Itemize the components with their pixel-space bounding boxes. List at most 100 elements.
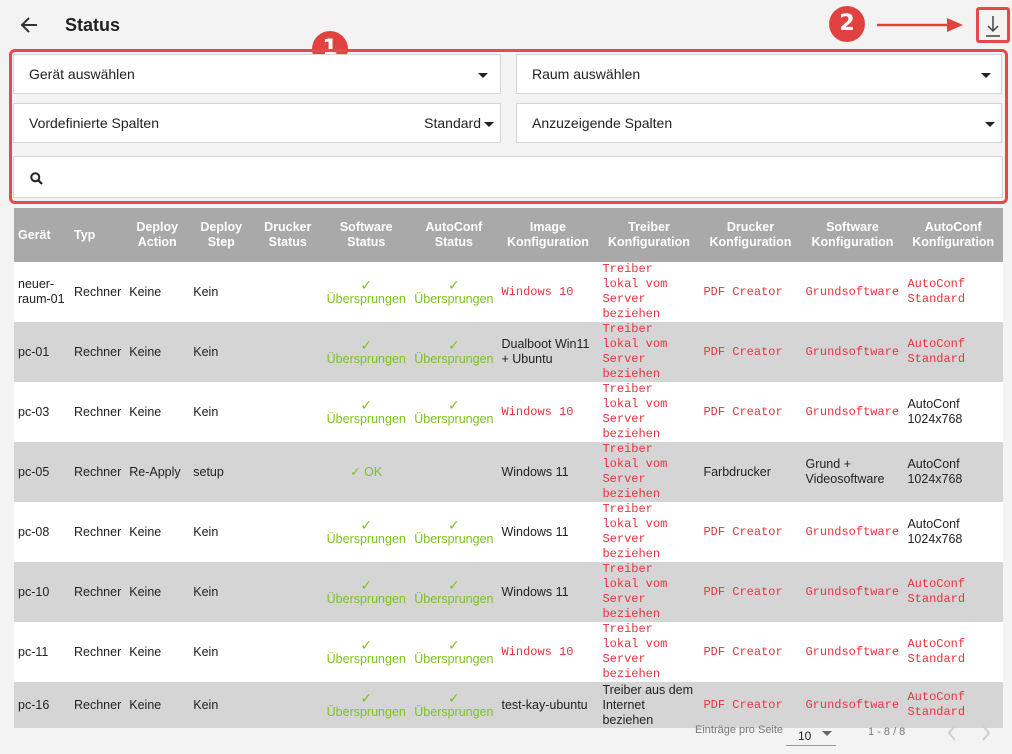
table-cell-printer[interactable]: PDF Creator (699, 562, 802, 622)
table-cell-autoconf[interactable]: AutoConf Standard (903, 322, 1003, 382)
table-cell-ac-status: ✓ Übersprungen (410, 562, 498, 622)
table-cell-software[interactable]: Grundsoftware (801, 382, 904, 442)
table-cell-sw-status: ✓ Übersprungen (322, 682, 411, 728)
table-cell-software[interactable]: Grundsoftware (801, 562, 904, 622)
table-cell-autoconf[interactable]: AutoConf Standard (903, 562, 1003, 622)
chevron-right-icon[interactable] (980, 724, 992, 747)
table-cell-printer[interactable]: PDF Creator (699, 682, 802, 728)
caret-down-icon (822, 731, 832, 736)
table-cell-driver[interactable]: Treiber lokal vom Server beziehen (598, 442, 700, 502)
column-header[interactable]: Deploy Action (125, 208, 190, 262)
annotation-arrow (877, 18, 963, 32)
table-row[interactable]: pc-05 Rechner Re-Apply setup ✓ OK Windows 11 T… (14, 442, 1003, 502)
table-cell-printer[interactable]: PDF Creator (699, 262, 802, 322)
status-text: ✓ (447, 396, 460, 413)
table-cell-device: neuer-raum-01 (14, 262, 70, 322)
status-text: ✓ (360, 276, 373, 293)
column-header[interactable]: AutoConf Konfiguration (903, 208, 1003, 262)
column-header[interactable]: Drucker Status (253, 208, 323, 262)
table-cell-sw-status: ✓ Übersprungen (322, 622, 411, 682)
table-cell-driver[interactable]: Treiber lokal vom Server beziehen (598, 322, 700, 382)
table-cell-type: Rechner (70, 622, 126, 682)
table-row[interactable]: pc-01 Rechner Keine Kein ✓ Übersprungen ✓ Übers… (14, 322, 1003, 382)
table-cell-driver[interactable]: Treiber lokal vom Server beziehen (598, 262, 700, 322)
caret-down-icon (478, 73, 488, 78)
download-button[interactable] (976, 7, 1010, 43)
status-label: Übersprungen (414, 591, 494, 606)
table-cell-step: Kein (189, 562, 254, 622)
table-cell-image[interactable]: Windows 10 (497, 262, 599, 322)
table-cell-device: pc-16 (14, 682, 70, 728)
caret-down-icon (985, 122, 995, 127)
table-cell-software[interactable]: Grundsoftware (801, 322, 904, 382)
column-header[interactable]: Gerät (14, 208, 70, 262)
table-cell-autoconf[interactable]: AutoConf Standard (903, 262, 1003, 322)
table-cell-action: Re-Apply (125, 442, 190, 502)
table-cell-autoconf: AutoConf 1024x768 (903, 382, 1003, 442)
predefined-columns-select[interactable]: Vordefinierte Spalten Standard (13, 103, 501, 143)
table-cell-driver[interactable]: Treiber lokal vom Server beziehen (598, 502, 700, 562)
table-cell-step: Kein (189, 382, 254, 442)
table-cell-printer[interactable]: PDF Creator (699, 382, 802, 442)
table-cell-printer-status (253, 562, 323, 622)
table-cell-software[interactable]: Grundsoftware (801, 622, 904, 682)
table-cell-device: pc-08 (14, 502, 70, 562)
table-cell-printer-status (253, 442, 323, 502)
page-range: 1 - 8 / 8 (868, 726, 906, 738)
table-cell-printer-status (253, 622, 323, 682)
chevron-left-icon[interactable] (946, 724, 958, 747)
table-cell-driver[interactable]: Treiber lokal vom Server beziehen (598, 382, 700, 442)
table-cell-software[interactable]: Grundsoftware (801, 682, 904, 728)
caret-down-icon (981, 73, 991, 78)
column-header[interactable]: Treiber Konfiguration (598, 208, 700, 262)
table-cell-software[interactable]: Grundsoftware (801, 502, 904, 562)
room-select[interactable]: Raum auswählen (516, 54, 1002, 94)
table-cell-driver[interactable]: Treiber lokal vom Server beziehen (598, 562, 700, 622)
column-header[interactable]: Software Status (322, 208, 411, 262)
column-header[interactable]: Drucker Konfiguration (699, 208, 802, 262)
table-cell-image: Dualboot Win11 + Ubuntu (497, 322, 599, 382)
table-cell-image: Windows 11 (497, 562, 599, 622)
table-cell-ac-status (410, 442, 498, 502)
table-cell-printer-status (253, 322, 323, 382)
table-cell-image: Windows 11 (497, 502, 599, 562)
status-label: Übersprungen (326, 651, 406, 666)
table-cell-printer[interactable]: PDF Creator (699, 322, 802, 382)
table-cell-image[interactable]: Windows 10 (497, 382, 599, 442)
table-cell-printer-status (253, 682, 323, 728)
status-text: ✓ (360, 576, 373, 593)
arrow-left-icon[interactable] (18, 14, 40, 36)
table-cell-action: Keine (125, 502, 190, 562)
table-cell-image[interactable]: Windows 10 (497, 622, 599, 682)
column-header[interactable]: Image Konfiguration (497, 208, 599, 262)
table-row[interactable]: pc-11 Rechner Keine Kein ✓ Übersprungen ✓ Übers… (14, 622, 1003, 682)
status-label: Übersprungen (414, 351, 494, 366)
column-header[interactable]: AutoConf Status (410, 208, 498, 262)
search-box[interactable] (13, 156, 1003, 198)
table-cell-autoconf[interactable]: AutoConf Standard (903, 622, 1003, 682)
search-input[interactable] (54, 165, 984, 189)
table-row[interactable]: neuer-raum-01 Rechner Keine Kein ✓ Übersprung… (14, 262, 1003, 322)
table-cell-autoconf[interactable]: AutoConf Standard (903, 682, 1003, 728)
table-cell-printer[interactable]: PDF Creator (699, 622, 802, 682)
table-cell-printer-status (253, 262, 323, 322)
table-cell-action: Keine (125, 382, 190, 442)
column-header[interactable]: Software Konfiguration (801, 208, 904, 262)
table-cell-software[interactable]: Grundsoftware (801, 262, 904, 322)
status-label: Übersprungen (414, 651, 494, 666)
table-cell-type: Rechner (70, 442, 126, 502)
table-row[interactable]: pc-08 Rechner Keine Kein ✓ Übersprungen ✓ Übers… (14, 502, 1003, 562)
table-cell-printer[interactable]: PDF Creator (699, 502, 802, 562)
per-page-select[interactable]: 10 (786, 724, 836, 746)
device-select[interactable]: Gerät auswählen (13, 54, 501, 94)
table-cell-step: Kein (189, 502, 254, 562)
table-cell-driver[interactable]: Treiber lokal vom Server beziehen (598, 622, 700, 682)
column-header[interactable]: Deploy Step (189, 208, 254, 262)
table-row[interactable]: pc-16 Rechner Keine Kein ✓ Übersprungen ✓ Übers… (14, 682, 1003, 728)
table-header-row: Gerät Typ Deploy Action Deploy Step Druc… (14, 208, 1003, 262)
predefined-columns-value: Standard (424, 115, 481, 131)
table-row[interactable]: pc-03 Rechner Keine Kein ✓ Übersprungen ✓ Übers… (14, 382, 1003, 442)
column-header[interactable]: Typ (70, 208, 126, 262)
table-row[interactable]: pc-10 Rechner Keine Kein ✓ Übersprungen ✓ Übers… (14, 562, 1003, 622)
display-columns-select[interactable]: Anzuzeigende Spalten (516, 103, 1002, 143)
